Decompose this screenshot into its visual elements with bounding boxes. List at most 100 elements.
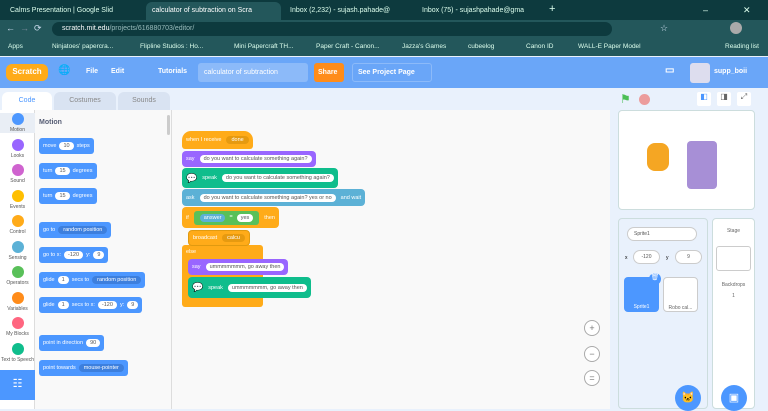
when-i-receive-block[interactable]: when I receive done [182,131,253,149]
folder-icon[interactable]: ▭ [665,65,674,76]
speak-block[interactable]: 💬 speak do you want to calculate something… [182,168,338,188]
category-operators[interactable]: Operators [0,266,35,286]
block-input[interactable]: 1 [57,301,69,309]
block-input[interactable]: 1 [57,276,69,284]
block-dropdown[interactable]: random position [58,226,108,234]
sprite-thumb[interactable]: Robo cal... [663,277,698,312]
say-block[interactable]: say ummmmmmm, go away then [188,259,289,275]
category-control[interactable]: Control [0,215,35,235]
star-icon[interactable]: ☆ [660,23,668,34]
palette-block-point-towards[interactable]: point towards mouse-pointer [39,360,128,376]
if-block[interactable]: if answer = yes then [182,207,279,228]
user-avatar[interactable] [690,63,710,83]
language-globe-icon[interactable]: 🌐 [58,65,70,76]
answer-reporter[interactable]: answer [199,213,226,222]
profile-avatar[interactable] [730,22,742,34]
broadcast-block[interactable]: broadcast calcu [188,230,250,246]
bookmark[interactable]: Flipline Studios : Ho... [140,43,203,50]
edit-menu[interactable]: Edit [111,68,124,75]
category-sensing[interactable]: Sensing [0,240,35,261]
bookmark[interactable]: WALL-E Paper Model [578,43,641,50]
speak-block[interactable]: 💬 speak ummmmmmm, go away then [188,277,311,298]
category-variables[interactable]: Variables [0,291,35,312]
block-input[interactable]: 90 [86,339,101,347]
say-block[interactable]: say do you want to calculate something ag… [182,151,316,167]
fullscreen-icon[interactable]: ⤢ [737,92,751,106]
tab-costumes[interactable]: Costumes [54,92,116,110]
category-text-to-speech[interactable]: Text to Speech [0,342,35,363]
category-events[interactable]: Events [0,189,35,210]
zoom-out-button[interactable]: − [584,346,600,362]
bookmark[interactable]: Jazza's Games [402,43,446,50]
palette-block-point-dir[interactable]: point in direction 90 [39,335,105,351]
block-dropdown[interactable]: random position [92,276,142,284]
stop-icon[interactable] [639,94,650,105]
block-input[interactable]: 15 [55,192,70,200]
message-dropdown[interactable]: done [226,136,249,144]
block-input[interactable]: 10 [59,142,74,150]
browser-tab-active[interactable]: calculator of subtraction on Scra [146,2,281,20]
browser-tab[interactable]: Inbox (75) - sujashpahade@gma [416,2,546,20]
block-dropdown[interactable]: mouse-pointer [78,364,124,372]
reading-list[interactable]: Reading list [725,43,759,50]
bookmark[interactable]: cubeelog [468,43,494,50]
y-input[interactable]: 9 [675,250,702,264]
palette-block-glidexy[interactable]: glide 1 secs to x: -120 y: 9 [39,297,143,313]
reload-icon[interactable]: ⟳ [34,23,42,34]
palette-block-glide[interactable]: glide 1 secs to random position [39,272,146,288]
tutorials-button[interactable]: Tutorials [158,68,187,75]
choose-sprite-button[interactable]: 🐱 [675,385,701,411]
block-input[interactable]: -120 [64,251,84,259]
bookmark[interactable]: Apps [8,43,23,50]
palette-block-turn-right[interactable]: turn 15 degrees [39,163,97,179]
equals-value-input[interactable]: yes [236,213,254,222]
ask-block[interactable]: ask do you want to calculate something ag… [182,189,366,206]
palette-block-turn-left[interactable]: turn 15 degrees [39,188,97,204]
bookmark[interactable]: Paper Craft - Canon... [316,43,380,50]
broadcast-dropdown[interactable]: calcu [222,234,245,242]
speak-text-input[interactable]: do you want to calculate something again… [221,174,334,182]
back-icon[interactable]: ← [6,23,15,33]
choose-backdrop-button[interactable]: ▣ [721,385,747,411]
stage-canvas[interactable] [618,110,755,210]
robot-sprite[interactable] [687,141,717,189]
large-stage-icon[interactable]: ◨ [717,92,731,106]
file-menu[interactable]: File [86,68,98,75]
category-motion[interactable]: Motion [0,113,35,133]
palette-block-goto[interactable]: go to random position [39,222,112,238]
speak-text-input[interactable]: ummmmmmm, go away then [227,283,307,292]
category-sound[interactable]: Sound [0,164,35,184]
stage-pane[interactable]: Stage Backdrops 1 ▣ [712,218,755,411]
bookmark[interactable]: Ninjatoes' papercra... [52,43,113,50]
block-input[interactable]: 9 [127,301,139,309]
forward-icon[interactable]: → [20,23,29,33]
scratch-logo[interactable]: Scratch [6,64,48,81]
bookmark[interactable]: Canon ID [526,43,553,50]
user-menu[interactable]: supp_boii [714,68,747,75]
say-text-input[interactable]: do you want to calculate something again… [199,155,312,163]
browser-tab[interactable]: Inbox (2,232) - sujash.pahade@ [284,2,414,20]
cat-sprite[interactable] [647,143,669,171]
backdrop-thumb[interactable] [716,246,751,271]
category-my-blocks[interactable]: My Blocks [0,317,35,337]
browser-tab[interactable]: Calms Presentation | Google Slid [4,2,144,20]
zoom-reset-button[interactable]: = [584,370,600,386]
zoom-in-button[interactable]: + [584,320,600,336]
green-flag-icon[interactable]: ⚑ [620,92,631,106]
extensions-button[interactable]: ☷ [0,370,35,400]
tab-code[interactable]: Code [2,92,52,110]
palette-scrollbar[interactable] [167,115,170,135]
minimize-icon[interactable]: – [700,2,711,20]
project-title-input[interactable]: calculator of subtraction [198,63,308,82]
palette-block-move[interactable]: move 10 steps [39,138,94,154]
block-input[interactable]: 9 [93,251,105,259]
palette-block-gotoxy[interactable]: go to x: -120 y: 9 [39,247,109,263]
category-looks[interactable]: Looks [0,138,35,159]
x-input[interactable]: -120 [633,250,660,264]
delete-sprite-icon[interactable]: 🗑 [649,273,661,285]
block-input[interactable]: -120 [97,301,117,309]
block-input[interactable]: 15 [55,167,70,175]
see-project-page-button[interactable]: See Project Page [352,63,432,82]
share-button[interactable]: Share [314,63,344,82]
ask-text-input[interactable]: do you want to calculate something again… [199,193,336,202]
